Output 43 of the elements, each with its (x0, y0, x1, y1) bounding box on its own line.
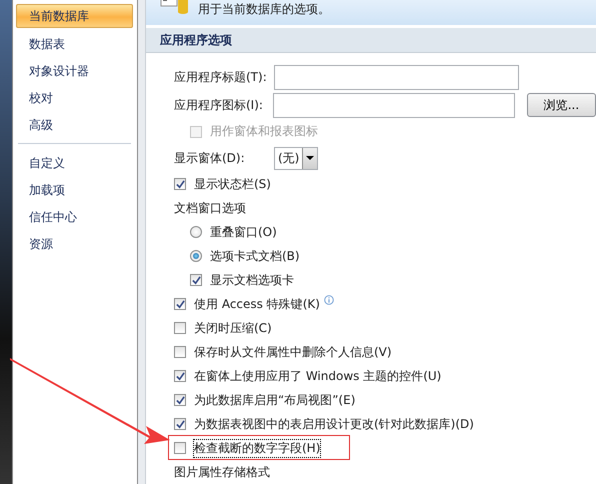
checkbox[interactable] (174, 178, 186, 190)
sidebar-item[interactable]: 对象设计器 (16, 58, 133, 85)
checkbox[interactable] (174, 298, 186, 310)
header-text: 用于当前数据库的选项。 (198, 1, 330, 18)
sidebar-item[interactable]: 加载项 (16, 177, 133, 204)
section-header: 应用程序选项 (146, 28, 596, 53)
sidebar-item[interactable]: 信任中心 (16, 204, 133, 231)
group-label: 图片属性存储格式 (174, 464, 270, 480)
checkbox-label[interactable]: 检查截断的数字字段(H) (194, 440, 320, 456)
checkbox-label[interactable]: 显示状态栏(S) (194, 176, 271, 192)
checkbox-label[interactable]: 为此数据库启用“布局视图”(E) (194, 392, 356, 408)
checkbox[interactable] (174, 442, 186, 454)
checkbox[interactable] (174, 370, 186, 382)
checkbox-label[interactable]: 使用 Access 特殊键(K) (194, 296, 320, 312)
checkbox-label[interactable]: 在窗体上使用应用了 Windows 主题的控件(U) (194, 368, 442, 384)
input-field[interactable] (272, 92, 515, 118)
checkbox-label[interactable]: 显示文档选项卡 (210, 272, 294, 288)
sidebar-item[interactable]: 校对 (16, 85, 133, 112)
field-label: 应用程序图标(I): (174, 96, 264, 114)
checkbox[interactable] (190, 274, 202, 286)
caret-icon (306, 156, 314, 160)
radio-button[interactable] (190, 226, 202, 238)
input-field[interactable] (274, 64, 519, 90)
dropdown[interactable]: (无) (274, 146, 318, 170)
sidebar-item[interactable]: 当前数据库 (16, 4, 133, 28)
checkbox-label[interactable]: 保存时从文件属性中删除个人信息(V) (194, 344, 392, 360)
checkbox[interactable] (174, 322, 186, 334)
field-label: 显示窗体(D): (174, 150, 246, 166)
sidebar-item[interactable]: 资源 (16, 231, 133, 258)
checkbox-label[interactable]: 关闭时压缩(C) (194, 320, 272, 336)
sidebar-item[interactable]: 数据表 (16, 31, 133, 58)
sidebar-item[interactable]: 高级 (16, 112, 133, 139)
checkbox[interactable] (174, 394, 186, 406)
checkbox[interactable] (174, 418, 186, 430)
checkbox-label[interactable]: 为数据表视图中的表启用设计更改(针对此数据库)(D) (194, 416, 474, 432)
checkbox[interactable] (174, 346, 186, 358)
radio-label[interactable]: 选项卡式文档(B) (210, 248, 300, 264)
radio-button[interactable] (190, 250, 202, 262)
radio-label[interactable]: 重叠窗口(O) (210, 224, 277, 240)
browse-button[interactable]: 浏览... (526, 93, 596, 117)
field-label: 应用程序标题(T): (174, 68, 268, 86)
sidebar-item[interactable]: 自定义 (16, 150, 133, 177)
group-label: 文档窗口选项 (174, 200, 246, 216)
